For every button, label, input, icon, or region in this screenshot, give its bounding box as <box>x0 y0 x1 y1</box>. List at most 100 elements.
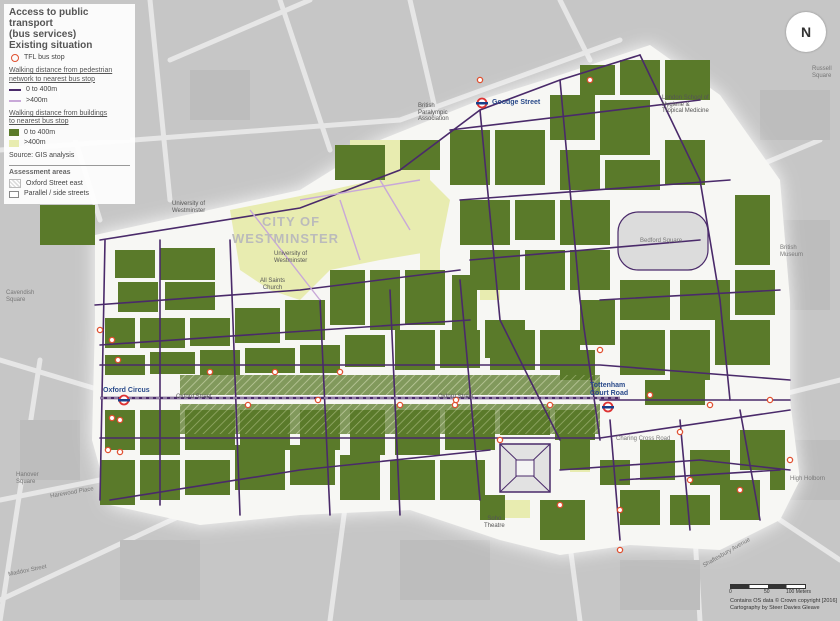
label-tcr-station: Tottenham Court Road <box>590 382 629 397</box>
label-oxford-circus-station: Oxford Circus <box>103 387 150 394</box>
bus-stop-icon[interactable] <box>676 428 684 436</box>
bus-stop-icon[interactable] <box>206 368 214 376</box>
building-block <box>390 460 435 500</box>
label-city-1: CITY OF <box>262 214 321 229</box>
building-block <box>640 440 675 480</box>
bus-stop-icon[interactable] <box>476 76 484 84</box>
bus-stop-icon[interactable] <box>616 546 624 554</box>
bus-stop-icon[interactable] <box>116 416 124 424</box>
label-all-saints: All Saints Church <box>260 278 286 291</box>
bus-stop-icon[interactable] <box>336 368 344 376</box>
tube-tottenham-court-road[interactable] <box>602 401 614 413</box>
label-soho-theatre: Soho Theatre <box>484 516 505 529</box>
credits-line-1: Contains OS data © Crown copyright [2016… <box>730 598 838 604</box>
building-block <box>185 460 230 495</box>
building-block <box>285 300 325 340</box>
label-hanover-square: Hanover Square <box>16 472 39 485</box>
building-block <box>620 280 670 320</box>
label-russell-square: Russell Square <box>812 66 832 79</box>
bus-stop-icon[interactable] <box>108 336 116 344</box>
bus-stop-icon <box>11 54 19 63</box>
label-university: University of Westminster <box>274 251 308 264</box>
legend-bld-header: Walking distance from buildings to neares… <box>9 109 108 126</box>
bus-stop-icon[interactable] <box>314 396 322 404</box>
label-oxford-street-2: Oxford Street <box>438 394 474 400</box>
building-block <box>670 495 710 525</box>
building-block <box>560 440 590 470</box>
north-arrow-icon: N <box>786 12 826 52</box>
tube-goodge-street[interactable] <box>476 97 488 109</box>
legend-ped-near: 0 to 400m <box>9 86 130 94</box>
building-block <box>580 65 615 95</box>
scale-mid: 50 <box>764 589 770 595</box>
building-block <box>330 270 365 325</box>
building-block <box>235 308 280 343</box>
legend-bld-far: >400m <box>9 139 130 147</box>
building-block <box>40 205 95 245</box>
bus-stop-icon[interactable] <box>271 368 279 376</box>
bus-stop-icon[interactable] <box>786 456 794 464</box>
building-block <box>405 270 445 325</box>
building-block <box>525 250 565 290</box>
bus-stop-icon[interactable] <box>646 391 654 399</box>
bus-stop-icon[interactable] <box>96 326 104 334</box>
bus-stop-icon[interactable] <box>451 401 459 409</box>
building-block <box>665 60 710 100</box>
bus-stop-icon[interactable] <box>108 414 116 422</box>
label-british-museum: British Museum <box>780 245 804 258</box>
bus-stop-icon[interactable] <box>686 476 694 484</box>
label-high-holborn: High Holborn <box>790 476 826 482</box>
legend-source: Source: GIS analysis <box>9 151 75 159</box>
building-block <box>560 150 600 190</box>
building-block <box>680 280 730 320</box>
building-block <box>140 318 185 348</box>
bus-stop-icon[interactable] <box>596 346 604 354</box>
building-block <box>440 330 480 368</box>
scale-zero: 0 <box>729 589 732 595</box>
bus-stop-icon[interactable] <box>586 76 594 84</box>
legend-subtitle: Existing situation <box>9 40 93 51</box>
building-block <box>345 335 385 367</box>
building-block <box>150 352 195 374</box>
building-block <box>300 345 340 373</box>
building-block <box>495 130 545 185</box>
legend-bus-stop-label: TFL bus stop <box>24 54 65 61</box>
label-university-2: University of Westminster <box>172 201 206 214</box>
legend-assess-parallel: Parallel / side streets <box>9 190 130 198</box>
legend-ped-header: Walking distance from pedestrian network … <box>9 67 113 83</box>
bus-stop-icon[interactable] <box>396 401 404 409</box>
tube-oxford-circus[interactable] <box>118 394 130 406</box>
building-block <box>395 330 435 370</box>
legend-title-2: (bus services) <box>9 29 77 40</box>
bus-stop-icon[interactable] <box>706 401 714 409</box>
bus-stop-icon[interactable] <box>244 401 252 409</box>
bus-stop-icon[interactable] <box>556 501 564 509</box>
building-block <box>235 445 285 490</box>
bus-stop-icon[interactable] <box>104 446 112 454</box>
label-charing-cross: Charing Cross Road <box>616 436 671 442</box>
label-city-2: WESTMINSTER <box>232 231 340 246</box>
label-goodge-station: Goodge Street <box>492 99 541 106</box>
building-block <box>645 380 705 405</box>
label-bedford-square: Bedford Square <box>640 238 683 244</box>
legend-bus-stop: TFL bus stop <box>9 54 130 63</box>
bus-stop-icon[interactable] <box>546 401 554 409</box>
bus-stop-icon[interactable] <box>616 506 624 514</box>
bus-stop-icon[interactable] <box>114 356 122 364</box>
bus-stop-icon[interactable] <box>116 448 124 456</box>
label-bpa: British Paralympic Association <box>418 103 449 123</box>
bus-stop-icon[interactable] <box>766 396 774 404</box>
building-block <box>490 330 535 370</box>
building-block <box>515 200 555 240</box>
label-cavendish-square: Cavendish Square <box>6 290 35 303</box>
compass-letter: N <box>800 24 812 40</box>
legend-ped-far: >400m <box>9 97 130 105</box>
building-block <box>460 200 510 245</box>
building-block <box>735 195 770 265</box>
bus-stop-icon[interactable] <box>496 436 504 444</box>
credits-line-2: Cartography by Steer Davies Gleave <box>730 605 820 612</box>
building-block <box>770 430 785 490</box>
bus-stop-icon[interactable] <box>736 486 744 494</box>
legend-assess-oxford: Oxford Street east <box>9 179 130 189</box>
scale-max: 100 Meters <box>786 589 812 595</box>
